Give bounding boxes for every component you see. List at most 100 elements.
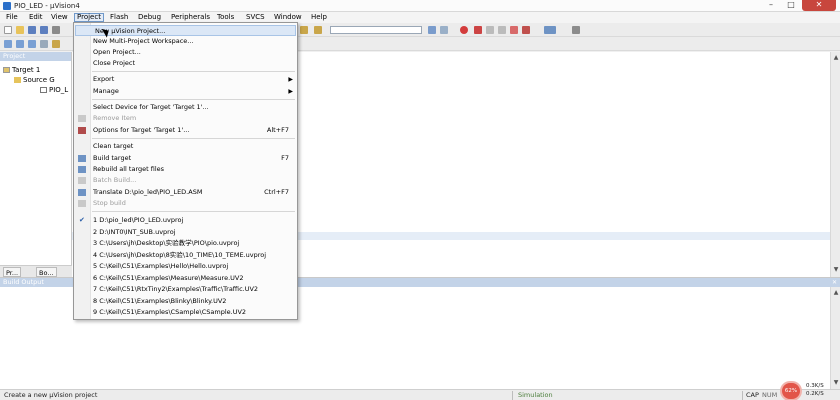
tree-item-target[interactable]: Target 1 — [3, 65, 40, 75]
open-folder-icon[interactable] — [16, 26, 24, 34]
batch-build-icon[interactable] — [40, 40, 48, 48]
menu-item-select-device[interactable]: Select Device for Target 'Target 1'... — [74, 102, 297, 113]
menu-view[interactable]: View — [49, 13, 70, 22]
minimize-button[interactable]: – — [762, 0, 780, 11]
rebuild-icon — [78, 166, 86, 173]
menu-item-export[interactable]: Export ▶ — [74, 74, 297, 85]
maximize-button[interactable]: □ — [782, 0, 800, 11]
submenu-arrow-icon: ▶ — [288, 88, 293, 95]
cpu-usage-badge: 62% — [780, 381, 802, 400]
menu-item-recent-4[interactable]: 4 C:\Users\jh\Desktop\8实验\10_TIME\10_TEM… — [74, 250, 297, 261]
project-menu-dropdown: New µVision Project... New Multi-Project… — [73, 22, 298, 320]
menu-item-recent-8[interactable]: 8 C:\Keil\C51\Examples\Blinky\Blinky.UV2 — [74, 296, 297, 307]
tab-project[interactable]: Pr... — [3, 267, 22, 277]
scroll-down-icon[interactable]: ▼ — [832, 266, 840, 274]
menu-project[interactable]: Project — [74, 13, 104, 22]
configure-icon[interactable] — [572, 26, 580, 34]
enable-breakpoint-icon[interactable] — [486, 26, 494, 34]
tree-file-label: PIO_L — [49, 86, 69, 94]
menu-item-recent-6[interactable]: 6 C:\Keil\C51\Examples\Measure\Measure.U… — [74, 273, 297, 284]
project-panel-title: Project — [0, 52, 71, 61]
save-all-icon[interactable] — [40, 26, 48, 34]
menu-debug[interactable]: Debug — [136, 13, 163, 22]
menu-item-open-project[interactable]: Open Project... — [74, 47, 297, 58]
find-icon[interactable] — [428, 26, 436, 34]
scroll-up-icon[interactable]: ▲ — [832, 54, 840, 62]
tree-target-label: Target 1 — [12, 66, 41, 74]
disable-breakpoint-icon[interactable] — [498, 26, 506, 34]
build-icon — [78, 155, 86, 162]
file-icon — [40, 87, 47, 93]
menu-help[interactable]: Help — [309, 13, 329, 22]
translate-icon[interactable] — [4, 40, 12, 48]
expand-icon[interactable] — [3, 67, 10, 73]
stop-build-icon — [78, 200, 86, 207]
incremental-find-icon[interactable] — [440, 26, 448, 34]
options-icon — [78, 127, 86, 134]
window-layout-icon[interactable] — [544, 26, 556, 34]
menu-item-options-target[interactable]: Options for Target 'Target 1'... Alt+F7 — [74, 125, 297, 136]
menu-item-manage[interactable]: Manage ▶ — [74, 86, 297, 97]
title-bar: PIO_LED - µVision4 – □ ✕ — [0, 0, 840, 12]
menu-tools[interactable]: Tools — [215, 13, 236, 22]
breakpoint-icon[interactable] — [474, 26, 482, 34]
menu-item-close-project[interactable]: Close Project — [74, 58, 297, 69]
menu-edit[interactable]: Edit — [27, 13, 45, 22]
menu-item-rebuild-all[interactable]: Rebuild all target files — [74, 164, 297, 175]
menu-item-batch-build: Batch Build... — [74, 175, 297, 186]
menu-item-stop-build: Stop build — [74, 198, 297, 209]
stop-icon[interactable] — [522, 26, 530, 34]
project-panel-tabs: Pr... Bo... — [0, 265, 72, 277]
remove-icon — [78, 115, 86, 122]
menu-item-recent-5[interactable]: 5 C:\Keil\C51\Examples\Hello\Hello.uvpro… — [74, 261, 297, 272]
uvision-app-icon — [3, 2, 11, 10]
close-icon[interactable]: ✕ — [832, 279, 837, 286]
status-mode: Simulation — [518, 391, 553, 399]
rebuild-icon[interactable] — [28, 40, 36, 48]
find-combo[interactable] — [330, 26, 422, 34]
menu-item-recent-2[interactable]: 2 D:\INT0\INT_SUB.uvproj — [74, 227, 297, 238]
menu-item-build-target[interactable]: Build target F7 — [74, 153, 297, 164]
editor-vertical-scrollbar[interactable]: ▲ ▼ — [830, 52, 840, 277]
menu-window[interactable]: Window — [272, 13, 304, 22]
menu-flash[interactable]: Flash — [108, 13, 130, 22]
menu-item-new-workspace[interactable]: New Multi-Project Workspace... — [74, 36, 297, 47]
folder-icon — [14, 77, 21, 83]
menu-item-recent-9[interactable]: 9 C:\Keil\C51\Examples\CSample\CSample.U… — [74, 307, 297, 318]
kill-breakpoints-icon[interactable] — [510, 26, 518, 34]
status-message: Create a new µVision project — [4, 391, 98, 399]
new-file-icon[interactable] — [4, 26, 12, 34]
batch-build-icon — [78, 177, 86, 184]
menu-file[interactable]: File — [4, 13, 20, 22]
menu-item-recent-3[interactable]: 3 C:\Users\jh\Desktop\实验教学\PIO\pio.uvpro… — [74, 238, 297, 249]
submenu-arrow-icon: ▶ — [288, 76, 293, 83]
net-down-speed: 0.2K/S — [806, 391, 824, 397]
menu-item-clean-target[interactable]: Clean target — [74, 141, 297, 152]
menu-peripherals[interactable]: Peripherals — [169, 13, 212, 22]
scroll-up-icon[interactable]: ▲ — [832, 289, 840, 297]
menu-item-recent-7[interactable]: 7 C:\Keil\C51\RtxTiny2\Examples\Traffic\… — [74, 284, 297, 295]
scroll-down-icon[interactable]: ▼ — [832, 379, 840, 387]
download-icon[interactable] — [52, 40, 60, 48]
project-panel: Project Target 1 Source G PIO_L Pr... Bo… — [0, 52, 72, 277]
build-output-scrollbar[interactable]: ▲ ▼ — [830, 287, 840, 390]
find-in-files-icon[interactable] — [300, 26, 308, 34]
tree-item-file[interactable]: PIO_L — [40, 85, 68, 95]
translate-icon — [78, 189, 86, 196]
menu-item-remove-item: Remove Item — [74, 113, 297, 124]
build-icon[interactable] — [16, 40, 24, 48]
save-icon[interactable] — [28, 26, 36, 34]
target-icon[interactable] — [314, 26, 322, 34]
tab-books[interactable]: Bo... — [36, 267, 57, 277]
close-button[interactable]: ✕ — [802, 0, 836, 11]
status-num: NUM — [762, 391, 778, 399]
cut-icon[interactable] — [52, 26, 60, 34]
debug-session-icon[interactable] — [460, 26, 468, 34]
status-bar: Create a new µVision project Simulation … — [0, 381, 840, 400]
menu-item-recent-1[interactable]: ✔ 1 D:\pio_led\PIO_LED.uvproj — [74, 215, 297, 226]
status-cap: CAP — [746, 391, 759, 399]
menu-item-translate[interactable]: Translate D:\pio_led\PIO_LED.ASM Ctrl+F7 — [74, 187, 297, 198]
check-icon: ✔ — [79, 216, 85, 224]
tree-item-source-group[interactable]: Source G — [14, 75, 55, 85]
menu-svcs[interactable]: SVCS — [244, 13, 267, 22]
